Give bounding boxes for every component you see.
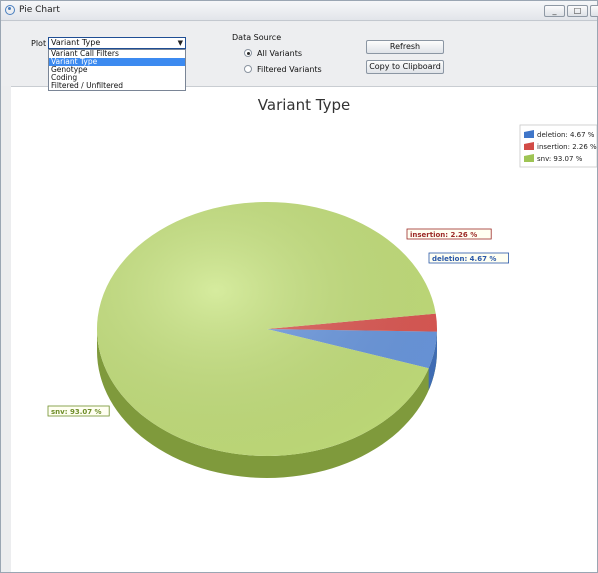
radio-checked-icon[interactable] xyxy=(244,49,252,57)
title-bar: Pie Chart _ □ X xyxy=(1,1,598,21)
chart-panel: Variant Type deletion: 4.67 % insertion: 2… xyxy=(11,86,597,572)
close-button[interactable]: X xyxy=(590,5,598,17)
plot-label: Plot xyxy=(31,39,47,48)
plot-type-dropdown-list: Variant Call Filters Variant Type Genoty… xyxy=(48,49,186,91)
pie-chart-window: Pie Chart _ □ X Plot Variant Type ▼ Vari… xyxy=(0,0,598,573)
window-title: Pie Chart xyxy=(19,5,60,15)
plot-select-value: Variant Type xyxy=(51,38,101,47)
dropdown-option-filtered-unfiltered[interactable]: Filtered / Unfiltered xyxy=(49,82,185,90)
data-source-label: Data Source xyxy=(232,33,282,42)
radio-all-variants-label: All Variants xyxy=(257,49,303,58)
pie-shading xyxy=(97,202,437,456)
data-source-group: Data Source All Variants Filtered Varian… xyxy=(230,33,335,77)
chart-title: Variant Type xyxy=(258,96,350,114)
radio-unchecked-icon[interactable] xyxy=(244,65,252,73)
pie-chart: Variant Type deletion: 4.67 % insertion: 2… xyxy=(47,96,597,478)
slice-label-snv: snv: 93.07 % xyxy=(51,408,102,416)
app-icon xyxy=(5,5,15,15)
chevron-down-icon: ▼ xyxy=(177,39,183,47)
copy-to-clipboard-button[interactable]: Copy to Clipboard xyxy=(366,60,444,74)
plot-type-select[interactable]: Variant Type ▼ xyxy=(48,37,186,49)
slice-label-insertion: insertion: 2.26 % xyxy=(410,231,477,239)
legend-entry-deletion: deletion: 4.67 % xyxy=(537,131,595,139)
minimize-button[interactable]: _ xyxy=(544,5,565,17)
legend-entry-snv: snv: 93.07 % xyxy=(537,155,583,163)
slice-label-deletion: deletion: 4.67 % xyxy=(432,255,496,263)
refresh-button[interactable]: Refresh xyxy=(366,40,444,54)
maximize-button[interactable]: □ xyxy=(567,5,588,17)
radio-filtered-variants-label: Filtered Variants xyxy=(257,65,322,74)
controls-panel: Plot Variant Type ▼ Variant Call Filters… xyxy=(1,22,597,91)
legend-entry-insertion: insertion: 2.26 % xyxy=(537,143,597,151)
